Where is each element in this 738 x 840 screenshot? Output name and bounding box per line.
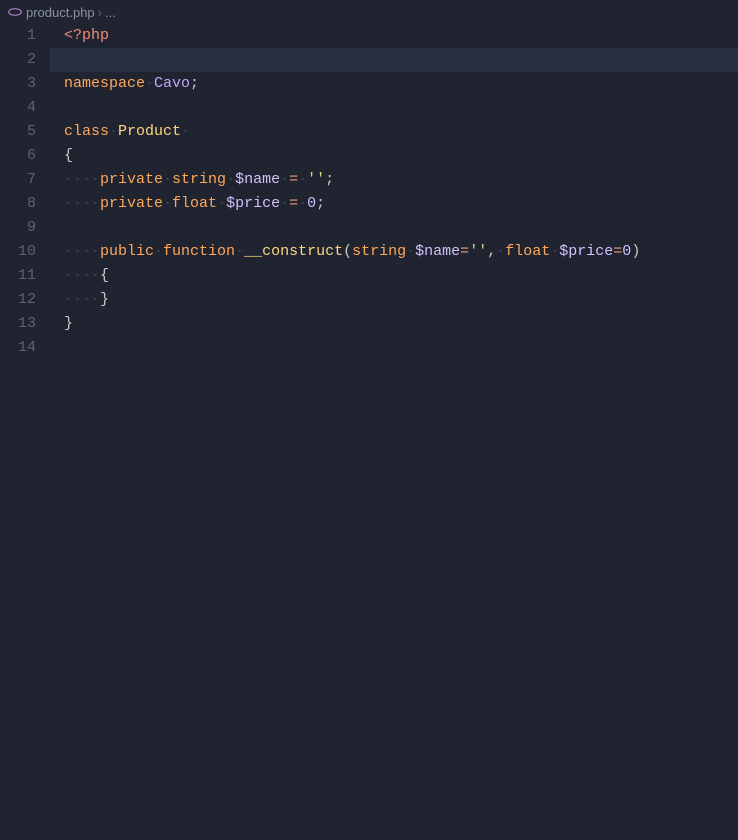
token: · bbox=[154, 243, 163, 260]
token: · bbox=[298, 171, 307, 188]
token: string bbox=[352, 243, 406, 260]
code-line[interactable]: { bbox=[50, 144, 738, 168]
token: } bbox=[100, 291, 109, 308]
code-line[interactable] bbox=[50, 48, 738, 72]
token: · bbox=[280, 195, 289, 212]
token: $name bbox=[235, 171, 280, 188]
code-line[interactable]: ····private·float·$price·=·0; bbox=[50, 192, 738, 216]
token: = bbox=[289, 171, 298, 188]
token: $name bbox=[415, 243, 460, 260]
token: ; bbox=[190, 75, 199, 92]
token: · bbox=[109, 123, 118, 140]
line-number: 1 bbox=[0, 24, 36, 48]
token: ···· bbox=[64, 291, 100, 308]
line-number: 14 bbox=[0, 336, 36, 360]
token: float bbox=[172, 195, 217, 212]
token: · bbox=[181, 123, 190, 140]
token: <?php bbox=[64, 27, 109, 44]
line-number: 5 bbox=[0, 120, 36, 144]
token: 0 bbox=[307, 195, 316, 212]
token: '' bbox=[469, 243, 487, 260]
token: , bbox=[487, 243, 496, 260]
code-line[interactable]: ····} bbox=[50, 288, 738, 312]
token: · bbox=[298, 195, 307, 212]
token: ···· bbox=[64, 195, 100, 212]
line-number: 3 bbox=[0, 72, 36, 96]
token: $price bbox=[559, 243, 613, 260]
token: ) bbox=[631, 243, 640, 260]
token: float bbox=[505, 243, 550, 260]
token: = bbox=[289, 195, 298, 212]
token: { bbox=[100, 267, 109, 284]
token: namespace bbox=[64, 75, 145, 92]
token: public bbox=[100, 243, 154, 260]
token: ···· bbox=[64, 267, 100, 284]
code-line[interactable]: namespace·Cavo; bbox=[50, 72, 738, 96]
token: class bbox=[64, 123, 109, 140]
code-line[interactable]: ····public·function·__construct(string·$… bbox=[50, 240, 738, 264]
token: ; bbox=[316, 195, 325, 212]
token: ( bbox=[343, 243, 352, 260]
code-line[interactable]: ····{ bbox=[50, 264, 738, 288]
token: = bbox=[460, 243, 469, 260]
token: · bbox=[163, 195, 172, 212]
gutter: 1234567891011121314 bbox=[0, 24, 50, 840]
token: { bbox=[64, 147, 73, 164]
line-number: 4 bbox=[0, 96, 36, 120]
code-line[interactable] bbox=[50, 216, 738, 240]
php-file-icon bbox=[8, 5, 22, 19]
code-line[interactable] bbox=[50, 336, 738, 360]
token: · bbox=[226, 171, 235, 188]
token: · bbox=[406, 243, 415, 260]
editor[interactable]: 1234567891011121314 <?phpnamespace·Cavo;… bbox=[0, 24, 738, 840]
token: ···· bbox=[64, 171, 100, 188]
line-number: 11 bbox=[0, 264, 36, 288]
token: string bbox=[172, 171, 226, 188]
token: $price bbox=[226, 195, 280, 212]
line-number: 10 bbox=[0, 240, 36, 264]
token: private bbox=[100, 171, 163, 188]
code-area[interactable]: <?phpnamespace·Cavo;class·Product·{····p… bbox=[50, 24, 738, 840]
line-number: 13 bbox=[0, 312, 36, 336]
line-number: 2 bbox=[0, 48, 36, 72]
token: 0 bbox=[622, 243, 631, 260]
token: · bbox=[217, 195, 226, 212]
token: ; bbox=[325, 171, 334, 188]
line-number: 6 bbox=[0, 144, 36, 168]
token: = bbox=[613, 243, 622, 260]
token: · bbox=[550, 243, 559, 260]
token: · bbox=[496, 243, 505, 260]
token: function bbox=[163, 243, 235, 260]
line-number: 9 bbox=[0, 216, 36, 240]
breadcrumb[interactable]: product.php › ... bbox=[0, 0, 738, 24]
token: ···· bbox=[64, 243, 100, 260]
token: '' bbox=[307, 171, 325, 188]
line-number: 7 bbox=[0, 168, 36, 192]
breadcrumb-sep: › bbox=[98, 5, 102, 20]
token: __construct bbox=[244, 243, 343, 260]
line-number: 12 bbox=[0, 288, 36, 312]
token: · bbox=[163, 171, 172, 188]
token: · bbox=[145, 75, 154, 92]
token: · bbox=[235, 243, 244, 260]
code-line[interactable]: <?php bbox=[50, 24, 738, 48]
code-line[interactable]: } bbox=[50, 312, 738, 336]
token: Cavo bbox=[154, 75, 190, 92]
breadcrumb-tail[interactable]: ... bbox=[105, 5, 116, 20]
token: } bbox=[64, 315, 73, 332]
token: private bbox=[100, 195, 163, 212]
code-line[interactable]: ····private·string·$name·=·''; bbox=[50, 168, 738, 192]
code-line[interactable] bbox=[50, 96, 738, 120]
token: · bbox=[280, 171, 289, 188]
breadcrumb-filename[interactable]: product.php bbox=[26, 5, 95, 20]
code-line[interactable]: class·Product· bbox=[50, 120, 738, 144]
token: Product bbox=[118, 123, 181, 140]
line-number: 8 bbox=[0, 192, 36, 216]
